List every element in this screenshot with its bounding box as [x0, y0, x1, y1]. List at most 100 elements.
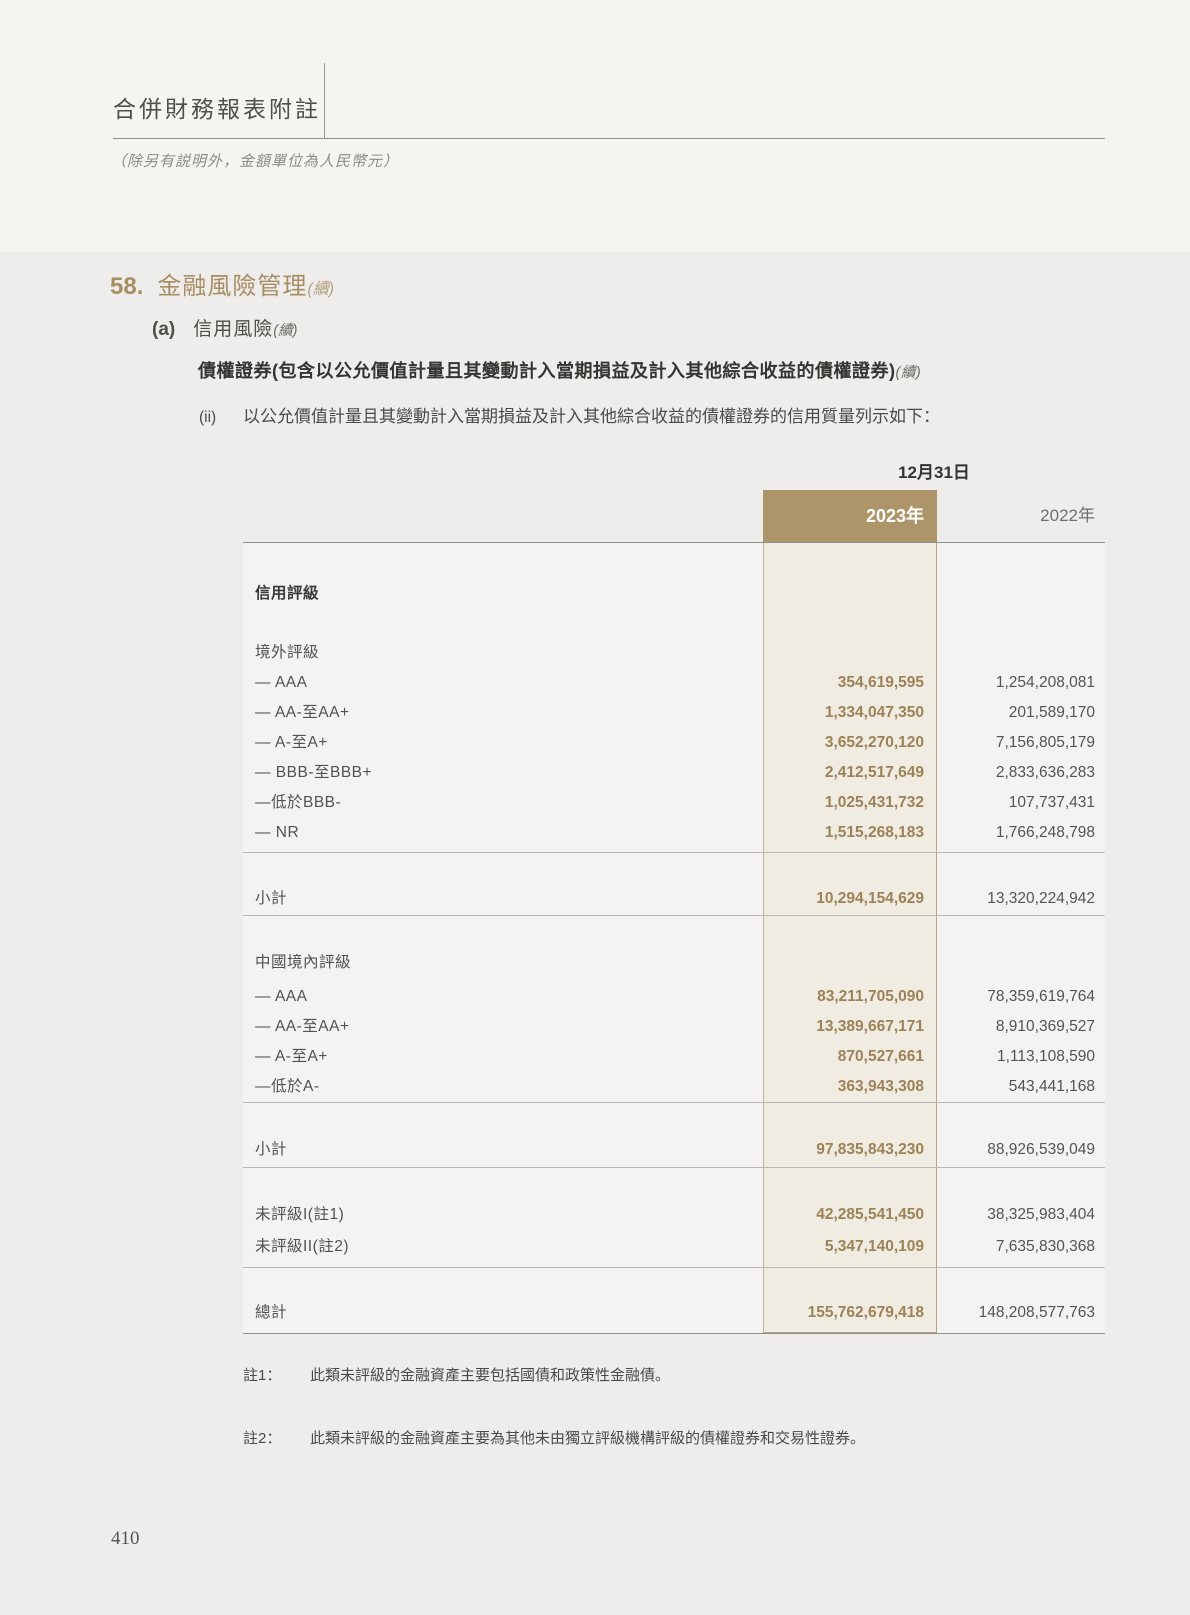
row-label: — A-至A+ — [255, 1042, 328, 1072]
section-heading: 58. 金融風險管理(續) — [110, 266, 334, 301]
page-header-title: 合併財務報表附註 — [113, 90, 321, 124]
value-2023: 97,835,843,230 — [816, 1135, 924, 1165]
table-row-subtotal: 小計 10,294,154,629 13,320,224,942 — [243, 884, 1105, 914]
item-ii-line: (ii)以公允價值計量且其變動計入當期損益及計入其他綜合收益的債權證券的信用質量… — [199, 402, 940, 427]
value-2022: 13,320,224,942 — [987, 884, 1095, 914]
table-row-subtotal: 小計 97,835,843,230 88,926,539,049 — [243, 1135, 1105, 1165]
header-horizontal-rule — [113, 138, 1105, 139]
table-row: 信用評級 — [243, 579, 1105, 609]
footnote-2: 註2：此類未評級的金融資產主要為其他未由獨立評級機構評級的債權證券和交易性證券。 — [243, 1427, 1063, 1448]
table-row: — AAA 354,619,595 1,254,208,081 — [243, 668, 1105, 698]
row-label: 信用評級 — [255, 579, 319, 609]
document-page: 合併財務報表附註 （除另有説明外，金額單位為人民幣元） 58.金融風險管理(續)… — [0, 0, 1190, 1615]
table-row: — AA-至AA+ 1,334,047,350 201,589,170 — [243, 698, 1105, 728]
row-label: — AAA — [255, 668, 307, 698]
row-label: — AA-至AA+ — [255, 698, 350, 728]
table-row-total: 總計 155,762,679,418 148,208,577,763 — [243, 1298, 1105, 1328]
value-2022: 1,254,208,081 — [996, 668, 1095, 698]
footnote-1-label: 註1： — [243, 1364, 310, 1385]
table-row: —低於A- 363,943,308 543,441,168 — [243, 1072, 1105, 1102]
table-rule-bottom — [243, 1333, 1105, 1334]
row-label: — NR — [255, 818, 299, 848]
table-row: 未評級I(註1) 42,285,541,450 38,325,983,404 — [243, 1200, 1105, 1230]
table-row: 境外評級 — [243, 638, 1105, 668]
subsection-title: 信用風險 — [193, 319, 273, 340]
footnote-2-label: 註2： — [243, 1427, 310, 1448]
value-2023: 10,294,154,629 — [816, 884, 924, 914]
table-row: — BBB-至BBB+ 2,412,517,649 2,833,636,283 — [243, 758, 1105, 788]
table-rule-3 — [243, 1102, 1105, 1103]
value-2022: 1,766,248,798 — [996, 818, 1095, 848]
table-rule-2 — [243, 915, 1105, 916]
header-band — [0, 0, 1190, 252]
table-rule-5 — [243, 1267, 1105, 1268]
value-2022: 148,208,577,763 — [979, 1298, 1095, 1328]
item-ii-marker: (ii) — [199, 409, 243, 427]
section-title: 金融風險管理 — [157, 273, 307, 300]
row-label: —低於A- — [255, 1072, 320, 1102]
value-2022: 107,737,431 — [1009, 788, 1095, 818]
row-label: — BBB-至BBB+ — [255, 758, 372, 788]
footnote-2-text: 此類未評級的金融資產主要為其他未由獨立評級機構評級的債權證券和交易性證券。 — [310, 1430, 865, 1447]
value-2022: 1,113,108,590 — [997, 1042, 1095, 1072]
value-2022: 543,441,168 — [1009, 1072, 1095, 1102]
table-row: —低於BBB- 1,025,431,732 107,737,431 — [243, 788, 1105, 818]
section-number: 58. — [110, 273, 143, 300]
value-2022: 2,833,636,283 — [996, 758, 1095, 788]
subsection-letter: (a) — [152, 319, 175, 340]
subsection-continued-marker: (續) — [273, 323, 297, 339]
value-2023: 155,762,679,418 — [808, 1298, 924, 1328]
value-2023: 83,211,705,090 — [817, 982, 924, 1012]
page-header-subtitle: （除另有説明外，金額單位為人民幣元） — [111, 150, 399, 171]
row-label: 小計 — [255, 884, 287, 914]
row-label: 未評級II(註2) — [255, 1232, 349, 1262]
value-2023: 3,652,270,120 — [825, 728, 924, 758]
row-label: — AAA — [255, 982, 307, 1012]
footnote-1-text: 此類未評級的金融資產主要包括國債和政策性金融債。 — [310, 1367, 670, 1384]
table-row: — NR 1,515,268,183 1,766,248,798 — [243, 818, 1105, 848]
item-ii-text: 以公允價值計量且其變動計入當期損益及計入其他綜合收益的債權證券的信用質量列示如下… — [243, 407, 940, 426]
value-2022: 38,325,983,404 — [987, 1200, 1095, 1230]
table-row: 未評級II(註2) 5,347,140,109 7,635,830,368 — [243, 1232, 1105, 1262]
table-date-header: 12月31日 — [763, 458, 1105, 483]
value-2022: 7,156,805,179 — [996, 728, 1095, 758]
table-row: 中國境內評級 — [243, 948, 1105, 978]
section-continued-marker: (續) — [307, 281, 334, 298]
row-label: 境外評級 — [255, 638, 319, 668]
value-2023: 354,619,595 — [838, 668, 924, 698]
table-rule-4 — [243, 1167, 1105, 1168]
row-label: —低於BBB- — [255, 788, 341, 818]
value-2023: 870,527,661 — [838, 1042, 924, 1072]
statement-text: 債權證券(包含以公允價值計量且其變動計入當期損益及計入其他綜合收益的債權證券) — [198, 361, 895, 381]
table-rule-1 — [243, 852, 1105, 853]
subsection-heading: (a) 信用風險(續) — [152, 314, 297, 341]
value-2022: 8,910,369,527 — [996, 1012, 1095, 1042]
statement-continued-marker: (續) — [895, 365, 921, 381]
row-label: — A-至A+ — [255, 728, 328, 758]
row-label: 未評級I(註1) — [255, 1200, 344, 1230]
row-label: 總計 — [255, 1298, 287, 1328]
page-number: 410 — [111, 1528, 140, 1550]
value-2023: 1,334,047,350 — [825, 698, 924, 728]
value-2022: 201,589,170 — [1009, 698, 1095, 728]
table-row: — AA-至AA+ 13,389,667,171 8,910,369,527 — [243, 1012, 1105, 1042]
value-2023: 2,412,517,649 — [825, 758, 924, 788]
table-rule-top — [243, 542, 1105, 543]
table-row: — AAA 83,211,705,090 78,359,619,764 — [243, 982, 1105, 1012]
value-2022: 7,635,830,368 — [996, 1232, 1095, 1262]
column-header-2023: 2023年 — [763, 490, 937, 542]
row-label: 中國境內評級 — [255, 948, 351, 978]
header-vertical-divider — [324, 63, 325, 138]
value-2022: 88,926,539,049 — [987, 1135, 1095, 1165]
value-2023: 13,389,667,171 — [816, 1012, 924, 1042]
row-label: — AA-至AA+ — [255, 1012, 350, 1042]
value-2023: 363,943,308 — [838, 1072, 924, 1102]
value-2023: 1,025,431,732 — [825, 788, 924, 818]
value-2023: 1,515,268,183 — [825, 818, 924, 848]
footnote-1: 註1：此類未評級的金融資產主要包括國債和政策性金融債。 — [243, 1364, 1063, 1385]
value-2022: 78,359,619,764 — [987, 982, 1095, 1012]
value-2023: 5,347,140,109 — [825, 1232, 924, 1262]
debt-securities-statement: 債權證券(包含以公允價值計量且其變動計入當期損益及計入其他綜合收益的債權證券)(… — [198, 357, 1138, 383]
value-2023: 42,285,541,450 — [816, 1200, 924, 1230]
table-row: — A-至A+ 3,652,270,120 7,156,805,179 — [243, 728, 1105, 758]
